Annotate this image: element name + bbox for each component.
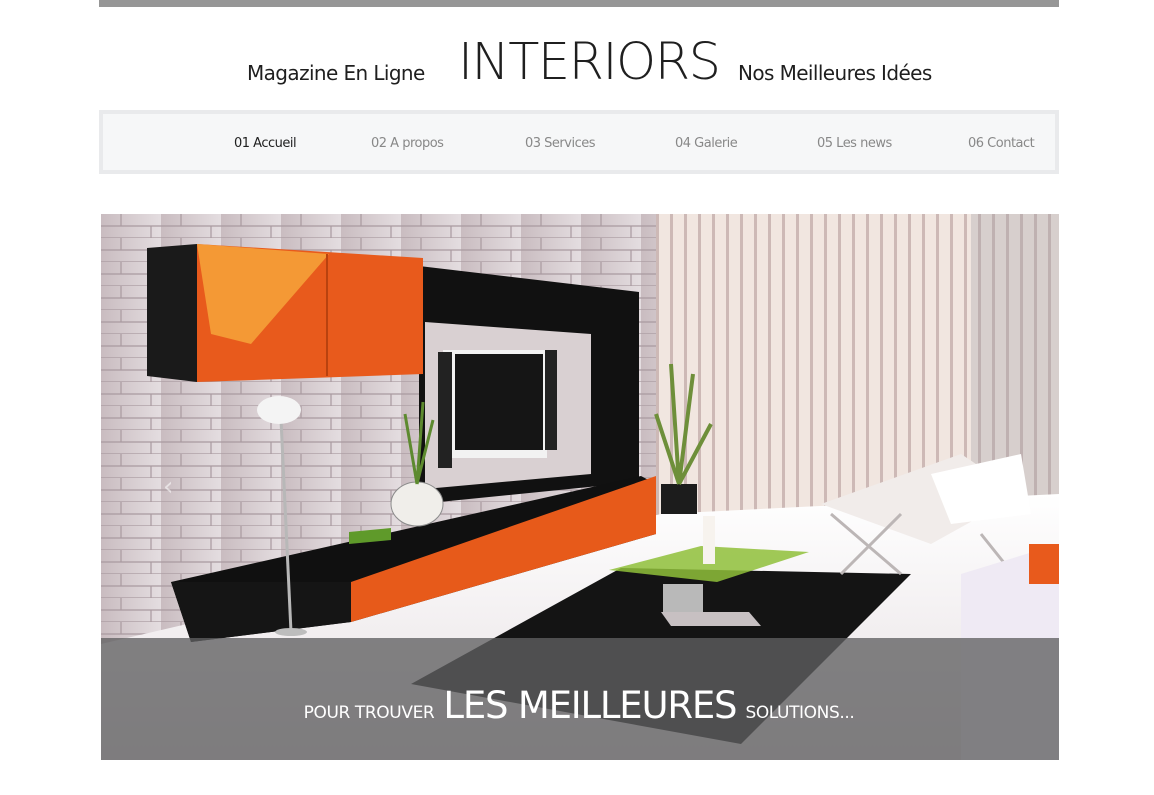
tagline-right: Nos Meilleures Idées: [738, 61, 932, 85]
caption-main: LES MEILLEURES: [443, 684, 737, 727]
main-nav: 01 Accueil 02 A propos 03 Services 04 Ga…: [99, 110, 1059, 174]
nav-item-a-propos[interactable]: 02 A propos: [371, 136, 444, 151]
nav-item-les-news[interactable]: 05 Les news: [817, 136, 892, 151]
caption-post: SOLUTIONS...: [745, 703, 855, 723]
top-bar: [99, 0, 1059, 7]
tagline-left: Magazine En Ligne: [247, 61, 425, 85]
nav-item-services[interactable]: 03 Services: [525, 136, 596, 151]
chevron-left-icon[interactable]: ‹: [163, 472, 181, 502]
site-header: Magazine En Ligne INTERIORS Nos Meilleur…: [99, 7, 1059, 110]
nav-item-galerie[interactable]: 04 Galerie: [675, 136, 738, 151]
caption-pre: POUR TROUVER: [303, 703, 435, 723]
hero-slider[interactable]: ‹ POUR TROUVER LES MEILLEURES SOLUTIONS.…: [101, 214, 1059, 760]
slider-caption: POUR TROUVER LES MEILLEURES SOLUTIONS...: [101, 684, 1059, 727]
nav-item-contact[interactable]: 06 Contact: [968, 136, 1035, 151]
nav-item-accueil[interactable]: 01 Accueil: [234, 136, 297, 151]
page-container: Magazine En Ligne INTERIORS Nos Meilleur…: [99, 0, 1059, 795]
site-logo[interactable]: INTERIORS: [458, 33, 721, 93]
caption-bar: POUR TROUVER LES MEILLEURES SOLUTIONS...: [101, 638, 1059, 760]
main-nav-inner: 01 Accueil 02 A propos 03 Services 04 Ga…: [103, 114, 1055, 170]
